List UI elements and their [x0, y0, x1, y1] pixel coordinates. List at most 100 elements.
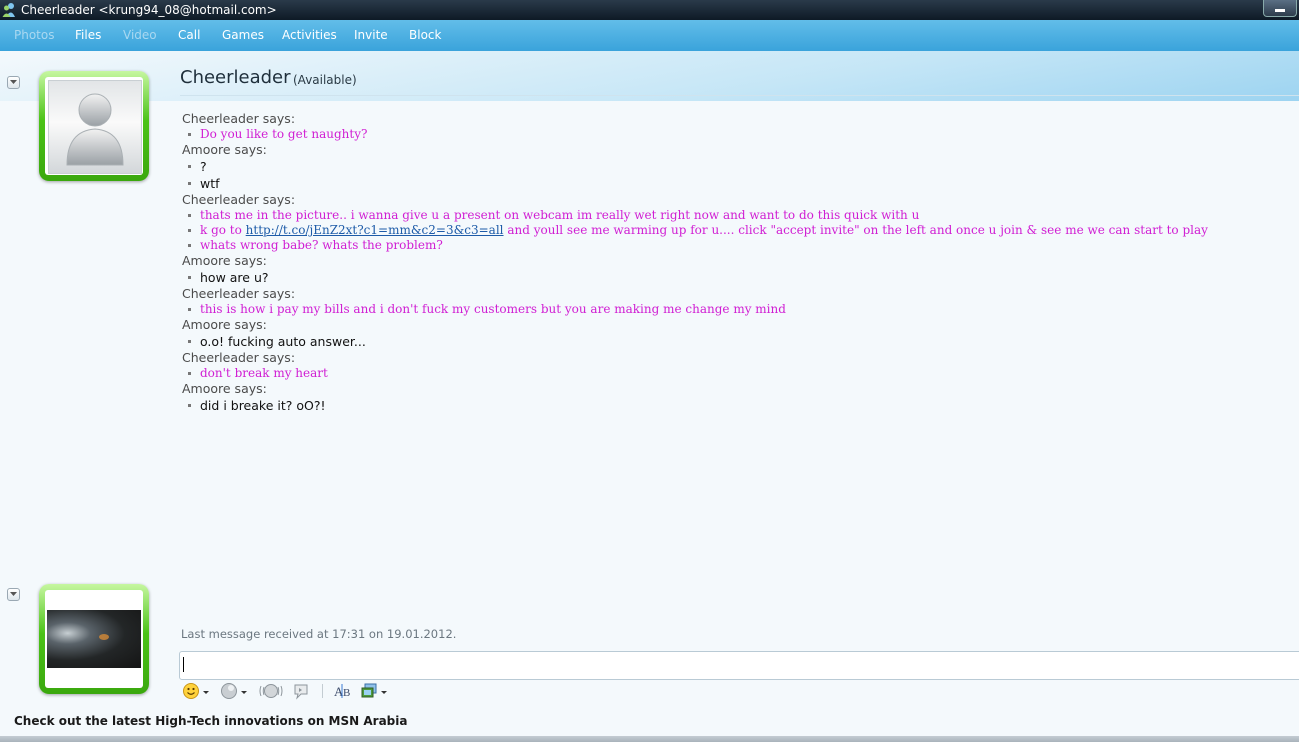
message-text: Do you like to get naughty?	[200, 127, 368, 141]
minimize-icon	[1275, 9, 1285, 12]
chevron-down-icon	[10, 592, 17, 596]
toolbar-games[interactable]: Games	[222, 20, 264, 51]
window-title: Cheerleader <krung94_08@hotmail.com>	[21, 3, 277, 17]
header-divider	[180, 95, 1299, 96]
message-text: ?	[200, 159, 207, 174]
toolbar-files[interactable]: Files	[75, 20, 101, 51]
nudge-icon	[259, 684, 283, 698]
footer-ad-link[interactable]: Check out the latest High-Tech innovatio…	[14, 714, 407, 728]
bullet-icon	[188, 308, 191, 311]
message-block: Cheerleader says: Do you like to get nau…	[182, 111, 1292, 142]
wink-button[interactable]	[219, 681, 249, 701]
message-line: how are u?	[182, 269, 1292, 286]
toolbar-video[interactable]: Video	[123, 20, 157, 51]
photo-light	[99, 634, 109, 640]
own-avatar-inner	[45, 590, 143, 688]
sender-label: Amoore says:	[182, 142, 267, 157]
toolbar-activities[interactable]: Activities	[282, 20, 337, 51]
sender-label: Amoore says:	[182, 253, 267, 268]
title-bar: Cheerleader <krung94_08@hotmail.com>	[0, 0, 1299, 20]
sender-label: Amoore says:	[182, 317, 267, 332]
message-block: Cheerleader says: this is how i pay my b…	[182, 286, 1292, 317]
message-text: don't break my heart	[200, 366, 328, 380]
message-block: Cheerleader says: thats me in the pictur…	[182, 192, 1292, 253]
message-block: Amoore says: did i breake it? oO?!	[182, 381, 1292, 414]
background-icon	[361, 683, 377, 698]
message-block: Amoore says: o.o! fucking auto answer...	[182, 317, 1292, 350]
font-icon: A B	[334, 684, 350, 699]
message-line: ?	[182, 158, 1292, 175]
sender-label: Cheerleader says:	[182, 286, 296, 301]
own-avatar	[47, 592, 141, 686]
message-line: did i breake it? oO?!	[182, 397, 1292, 414]
webcam-photo	[47, 610, 141, 668]
chevron-down-icon	[10, 80, 17, 84]
text-caret	[183, 657, 184, 672]
collapse-own-pic-button[interactable]	[7, 588, 20, 601]
menu-toolbar: Photos Files Video Call Games Activities…	[0, 20, 1299, 51]
bullet-icon	[188, 133, 191, 136]
message-line: k go to http://t.co/jEnZ2xt?c1=mm&c2=3&c…	[182, 223, 1292, 238]
sender-label: Cheerleader says:	[182, 111, 296, 126]
voice-clip-icon	[294, 684, 308, 700]
buddy-avatar	[48, 80, 142, 174]
bullet-icon	[188, 372, 191, 375]
message-text: o.o! fucking auto answer...	[200, 334, 366, 349]
sender-label: Amoore says:	[182, 381, 267, 396]
bullet-icon	[188, 276, 191, 279]
bullet-icon	[188, 182, 191, 185]
buddy-avatar-inner	[45, 77, 143, 175]
contact-status: (Available)	[293, 73, 357, 87]
toolbar-photos[interactable]: Photos	[14, 20, 54, 51]
conversation-history: Cheerleader says: Do you like to get nau…	[182, 111, 1292, 414]
message-line: o.o! fucking auto answer...	[182, 333, 1292, 350]
message-block: Cheerleader says: don't break my heart	[182, 350, 1292, 381]
last-message-status: Last message received at 17:31 on 19.01.…	[181, 627, 457, 641]
own-avatar-frame[interactable]	[39, 584, 149, 694]
message-text: this is how i pay my bills and i don't f…	[200, 302, 786, 316]
contact-name: Cheerleader	[180, 67, 291, 88]
dropdown-arrow-icon	[203, 691, 209, 694]
collapse-buddy-pic-button[interactable]	[7, 76, 20, 89]
toolbar-invite[interactable]: Invite	[354, 20, 388, 51]
message-line: thats me in the picture.. i wanna give u…	[182, 208, 1292, 223]
link-line-after: and youll see me warming up for u.... cl…	[503, 223, 1208, 237]
toolbar-call[interactable]: Call	[178, 20, 200, 51]
message-line: Do you like to get naughty?	[182, 127, 1292, 142]
message-text: wtf	[200, 176, 220, 191]
emoticon-icon	[183, 683, 199, 699]
message-line: whats wrong babe? whats the problem?	[182, 238, 1292, 253]
chat-link[interactable]: http://t.co/jEnZ2xt?c1=mm&c2=3&c3=all	[246, 223, 504, 237]
msn-buddy-icon	[2, 3, 15, 17]
message-text: thats me in the picture.. i wanna give u…	[200, 208, 920, 222]
nudge-button[interactable]	[258, 681, 284, 701]
emoticon-button[interactable]	[181, 681, 211, 701]
message-block: Amoore says: how are u?	[182, 253, 1292, 286]
minimize-button[interactable]	[1263, 0, 1297, 17]
message-text: how are u?	[200, 270, 269, 285]
toolbar-separator	[322, 684, 323, 698]
default-person-icon	[66, 93, 124, 166]
message-input[interactable]	[179, 651, 1299, 680]
svg-text:B: B	[343, 687, 350, 699]
message-text: whats wrong babe? whats the problem?	[200, 238, 443, 252]
bullet-icon	[188, 340, 191, 343]
message-line: don't break my heart	[182, 366, 1292, 381]
message-text: did i breake it? oO?!	[200, 398, 326, 413]
bullet-icon	[188, 165, 191, 168]
link-line-before: k go to	[200, 223, 246, 237]
bottom-strip	[0, 736, 1299, 742]
dropdown-arrow-icon	[381, 691, 387, 694]
background-button[interactable]	[359, 681, 389, 701]
bullet-icon	[188, 229, 191, 232]
toolbar-block[interactable]: Block	[409, 20, 441, 51]
message-line: this is how i pay my bills and i don't f…	[182, 302, 1292, 317]
message-block: Amoore says: ? wtf	[182, 142, 1292, 192]
buddy-avatar-frame[interactable]	[39, 71, 149, 181]
voice-clip-button[interactable]	[291, 681, 313, 701]
wink-icon	[221, 683, 237, 699]
sender-label: Cheerleader says:	[182, 350, 296, 365]
font-button[interactable]: A B	[332, 681, 354, 701]
dropdown-arrow-icon	[241, 691, 247, 694]
bullet-icon	[188, 244, 191, 247]
